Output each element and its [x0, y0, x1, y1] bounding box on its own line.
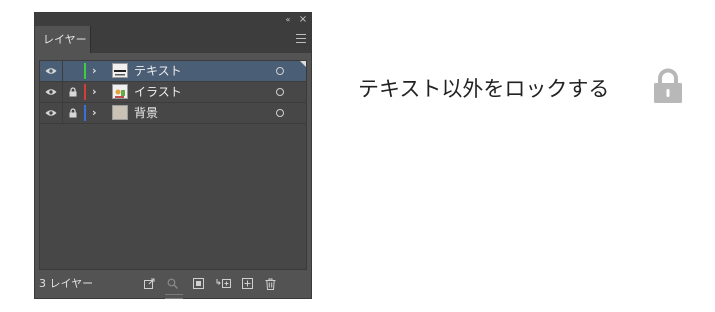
chevron-right-icon[interactable]: ›	[92, 82, 104, 102]
close-panel-button[interactable]: ×	[297, 13, 309, 26]
lock-icon[interactable]	[62, 103, 83, 123]
illustration-thumbnail-icon	[112, 84, 128, 99]
layer-row-background[interactable]: › 背景	[40, 103, 306, 124]
layer-list: › テキスト › イラスト › 背景	[39, 60, 307, 270]
plain-thumbnail-icon	[112, 105, 128, 120]
tab-layers[interactable]: レイヤー	[35, 26, 91, 53]
visibility-eye-icon[interactable]	[40, 82, 62, 102]
panel-titlebar: « ×	[35, 13, 311, 26]
target-circle-icon[interactable]	[276, 109, 284, 117]
target-circle-icon[interactable]	[276, 88, 284, 96]
new-layer-icon[interactable]	[241, 277, 254, 290]
panel-menu-icon[interactable]	[296, 34, 306, 44]
layer-color-bar	[84, 84, 86, 100]
layers-panel: « × レイヤー › テキスト › イラスト › 背景 3 レイヤー	[34, 12, 312, 299]
text-thumbnail-icon	[112, 63, 128, 78]
panel-footer: 3 レイヤー	[35, 271, 311, 296]
layer-color-bar	[84, 63, 86, 79]
clipping-mask-icon[interactable]	[192, 277, 205, 290]
resize-grip[interactable]	[165, 294, 183, 299]
lock-instruction-caption: テキスト以外をロックする	[358, 77, 610, 101]
search-icon[interactable]	[166, 277, 179, 290]
chevron-right-icon[interactable]: ›	[92, 103, 104, 123]
export-collect-icon[interactable]	[143, 277, 156, 290]
panel-tab-row: レイヤー	[35, 26, 311, 53]
new-sublayer-icon[interactable]	[215, 277, 231, 290]
trash-icon[interactable]	[264, 277, 277, 290]
layer-name[interactable]: テキスト	[134, 61, 182, 81]
layer-color-bar	[84, 105, 86, 121]
layer-count: 3 レイヤー	[39, 277, 94, 290]
target-circle-icon[interactable]	[276, 67, 284, 75]
chevron-right-icon[interactable]: ›	[92, 61, 104, 81]
collapse-panel-button[interactable]: «	[282, 13, 294, 26]
layer-name[interactable]: イラスト	[134, 82, 182, 102]
layer-row-illustration[interactable]: › イラスト	[40, 82, 306, 103]
visibility-eye-icon[interactable]	[40, 103, 62, 123]
layer-row-text[interactable]: › テキスト	[40, 61, 306, 82]
lock-icon	[650, 68, 686, 104]
selected-art-indicator-icon	[300, 61, 306, 67]
layer-name[interactable]: 背景	[134, 103, 158, 123]
lock-toggle-empty[interactable]	[62, 61, 83, 81]
lock-icon[interactable]	[62, 82, 83, 102]
visibility-eye-icon[interactable]	[40, 61, 62, 81]
